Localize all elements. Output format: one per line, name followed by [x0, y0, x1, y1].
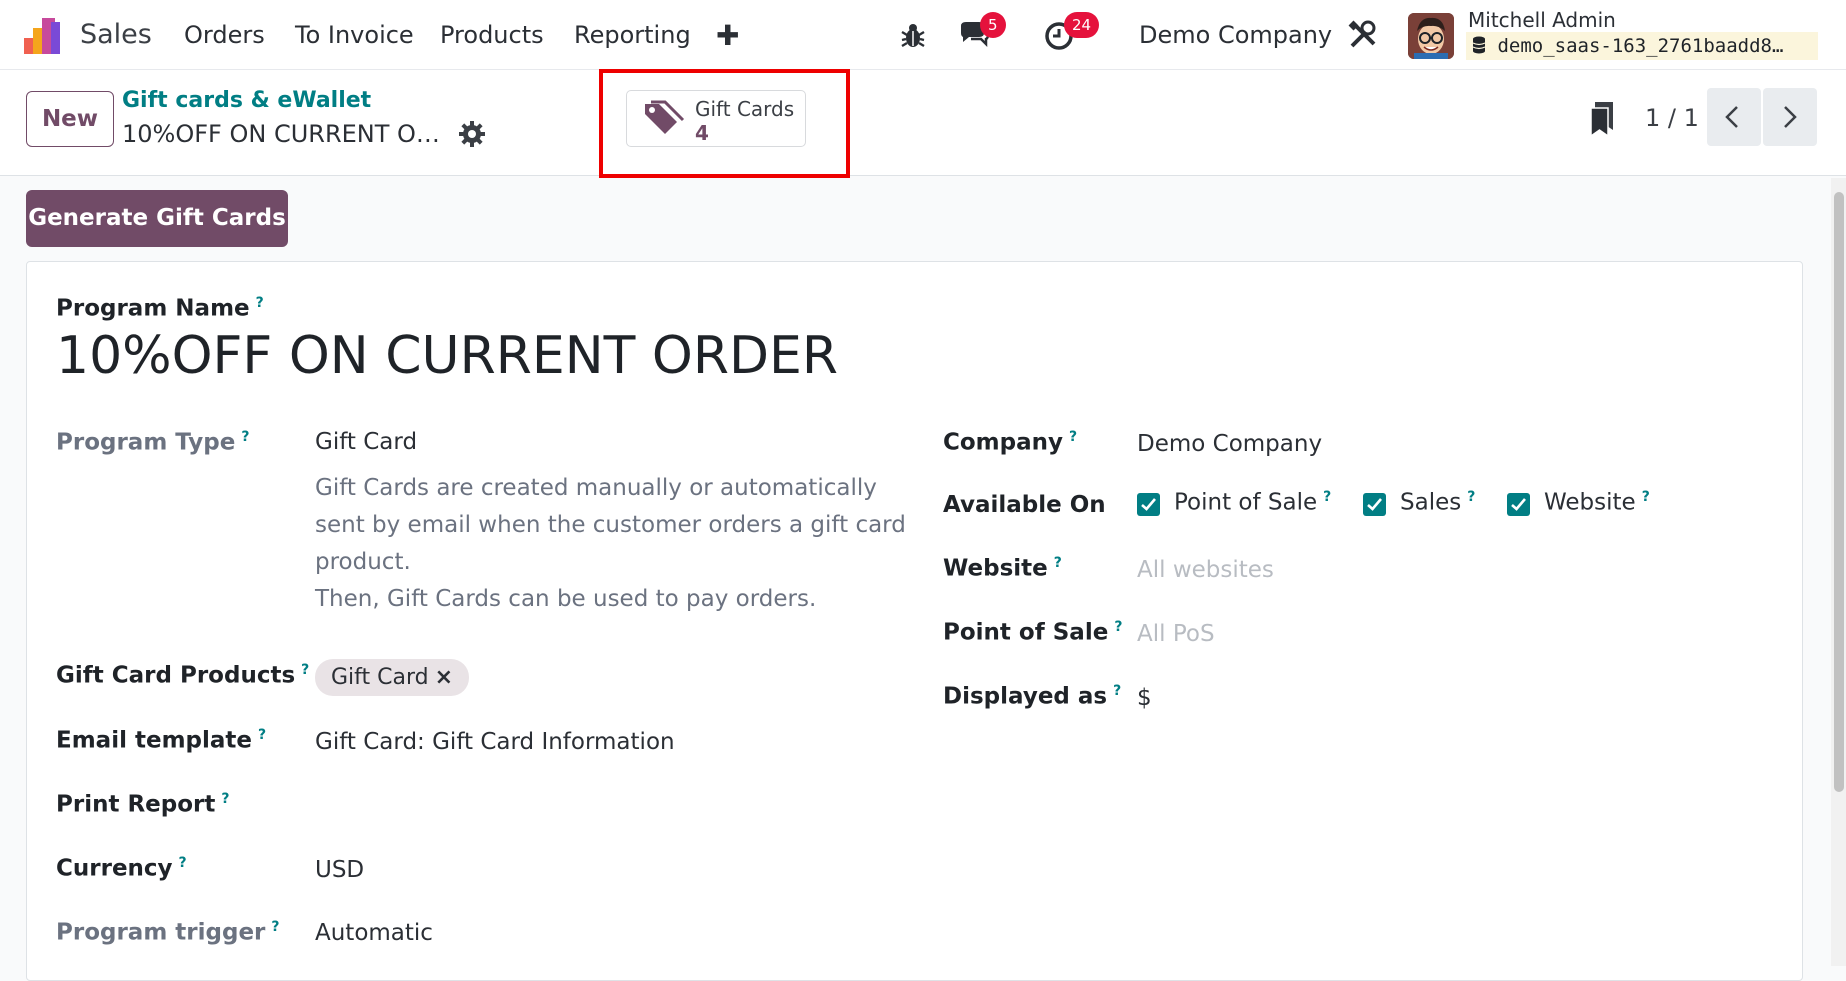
- top-navbar: Sales Orders To Invoice Products Reporti…: [0, 0, 1846, 70]
- gear-icon[interactable]: [458, 120, 486, 148]
- breadcrumb-gift-cards-ewallet[interactable]: Gift cards & eWallet: [122, 88, 371, 113]
- program-trigger-label: Program trigger?: [56, 919, 280, 946]
- menu-reporting[interactable]: Reporting: [574, 21, 691, 49]
- available-on-label: Available On: [943, 492, 1106, 518]
- help-tooltip-icon[interactable]: ?: [1323, 489, 1331, 505]
- pager-value[interactable]: 1 / 1: [1645, 104, 1699, 132]
- menu-to-invoice[interactable]: To Invoice: [295, 21, 414, 49]
- pager-next-button[interactable]: [1763, 88, 1817, 146]
- user-avatar-icon: [1408, 13, 1454, 59]
- menu-orders[interactable]: Orders: [184, 21, 265, 49]
- email-template-label: Email template?: [56, 727, 267, 754]
- program-type-value: Gift Card: [315, 429, 418, 455]
- user-name[interactable]: Mitchell Admin: [1468, 8, 1616, 32]
- point-of-sale-label: Point of Sale?: [943, 619, 1123, 646]
- currency-field[interactable]: USD: [315, 857, 364, 883]
- messages-count-badge: 5: [980, 12, 1006, 38]
- help-tooltip-icon[interactable]: ?: [1642, 489, 1650, 505]
- menu-products[interactable]: Products: [440, 21, 544, 49]
- gift-card-products-label: Gift Card Products?: [56, 662, 310, 689]
- user-avatar[interactable]: [1408, 13, 1454, 59]
- help-tooltip-icon[interactable]: ?: [1467, 489, 1475, 505]
- email-template-field[interactable]: Gift Card: Gift Card Information: [315, 729, 675, 755]
- database-icon: [1472, 36, 1486, 54]
- currency-label: Currency?: [56, 855, 187, 882]
- smart-button-label: Gift Cards: [695, 97, 795, 121]
- database-name: demo_saas-163_2761baadd8…: [1466, 32, 1818, 60]
- website-checkbox[interactable]: [1507, 493, 1530, 516]
- help-tooltip-icon[interactable]: ?: [258, 727, 266, 743]
- generate-gift-cards-button[interactable]: Generate Gift Cards: [26, 190, 288, 247]
- help-tooltip-icon[interactable]: ?: [1113, 683, 1121, 699]
- website-label: Website?: [943, 555, 1062, 582]
- checkmark-icon: [1141, 498, 1156, 511]
- checkmark-icon: [1367, 498, 1382, 511]
- program-type-description: Gift Cards are created manually or autom…: [315, 470, 915, 618]
- help-tooltip-icon[interactable]: ?: [1069, 429, 1077, 445]
- program-type-desc-line-1: Gift Cards are created manually or autom…: [315, 475, 906, 575]
- website-option[interactable]: Website?: [1544, 489, 1650, 516]
- program-type-desc-line-2: Then, Gift Cards can be used to pay orde…: [315, 586, 817, 612]
- help-tooltip-icon[interactable]: ?: [241, 429, 249, 445]
- company-label: Company?: [943, 429, 1078, 456]
- website-field[interactable]: All websites: [1137, 557, 1274, 583]
- program-name-label: Program Name?: [56, 295, 264, 322]
- scrollbar-thumb[interactable]: [1834, 192, 1844, 792]
- help-tooltip-icon[interactable]: ?: [179, 855, 187, 871]
- chevron-right-icon: [1784, 106, 1797, 128]
- company-field[interactable]: Demo Company: [1137, 431, 1322, 457]
- displayed-as-label: Displayed as?: [943, 683, 1122, 710]
- sales-option[interactable]: Sales?: [1400, 489, 1475, 516]
- gift-cards-smart-button[interactable]: Gift Cards 4: [626, 90, 806, 147]
- sales-app-logo-icon[interactable]: [24, 16, 64, 56]
- help-tooltip-icon[interactable]: ?: [256, 295, 264, 311]
- point-of-sale-checkbox[interactable]: [1137, 493, 1160, 516]
- new-button[interactable]: New: [26, 91, 114, 147]
- smart-button-count: 4: [695, 121, 709, 145]
- tag-remove-icon[interactable]: ×: [435, 665, 453, 690]
- help-tooltip-icon[interactable]: ?: [221, 791, 229, 807]
- database-name-text: demo_saas-163_2761baadd8…: [1497, 35, 1784, 57]
- tags-icon: [645, 100, 685, 134]
- point-of-sale-option[interactable]: Point of Sale?: [1174, 489, 1331, 516]
- checkmark-icon: [1511, 498, 1526, 511]
- help-tooltip-icon[interactable]: ?: [1114, 619, 1122, 635]
- add-menu-plus-icon[interactable]: ✚: [716, 19, 739, 52]
- bookmark-icon[interactable]: [1589, 102, 1615, 136]
- pager-previous-button[interactable]: [1707, 88, 1761, 146]
- displayed-as-field[interactable]: $: [1137, 685, 1152, 711]
- help-tooltip-icon[interactable]: ?: [301, 662, 309, 678]
- activities-count-badge: 24: [1064, 12, 1100, 38]
- help-tooltip-icon[interactable]: ?: [271, 919, 279, 935]
- print-report-label: Print Report?: [56, 791, 230, 818]
- gift-card-product-tag[interactable]: Gift Card ×: [315, 659, 470, 696]
- settings-tools-icon[interactable]: [1346, 18, 1380, 52]
- program-type-label: Program Type?: [56, 429, 250, 456]
- program-name-field[interactable]: 10%OFF ON CURRENT ORDER: [56, 326, 838, 386]
- company-switcher[interactable]: Demo Company: [1139, 21, 1332, 49]
- sales-checkbox[interactable]: [1363, 493, 1386, 516]
- control-panel: New Gift cards & eWallet 10%OFF ON CURRE…: [0, 70, 1846, 176]
- help-tooltip-icon[interactable]: ?: [1054, 555, 1062, 571]
- point-of-sale-field[interactable]: All PoS: [1137, 621, 1215, 647]
- program-trigger-value: Automatic: [315, 920, 433, 946]
- chevron-left-icon: [1725, 106, 1738, 128]
- debug-bug-icon[interactable]: [896, 18, 930, 52]
- record-title: 10%OFF ON CURRENT OR…: [122, 120, 452, 148]
- app-name[interactable]: Sales: [80, 19, 152, 50]
